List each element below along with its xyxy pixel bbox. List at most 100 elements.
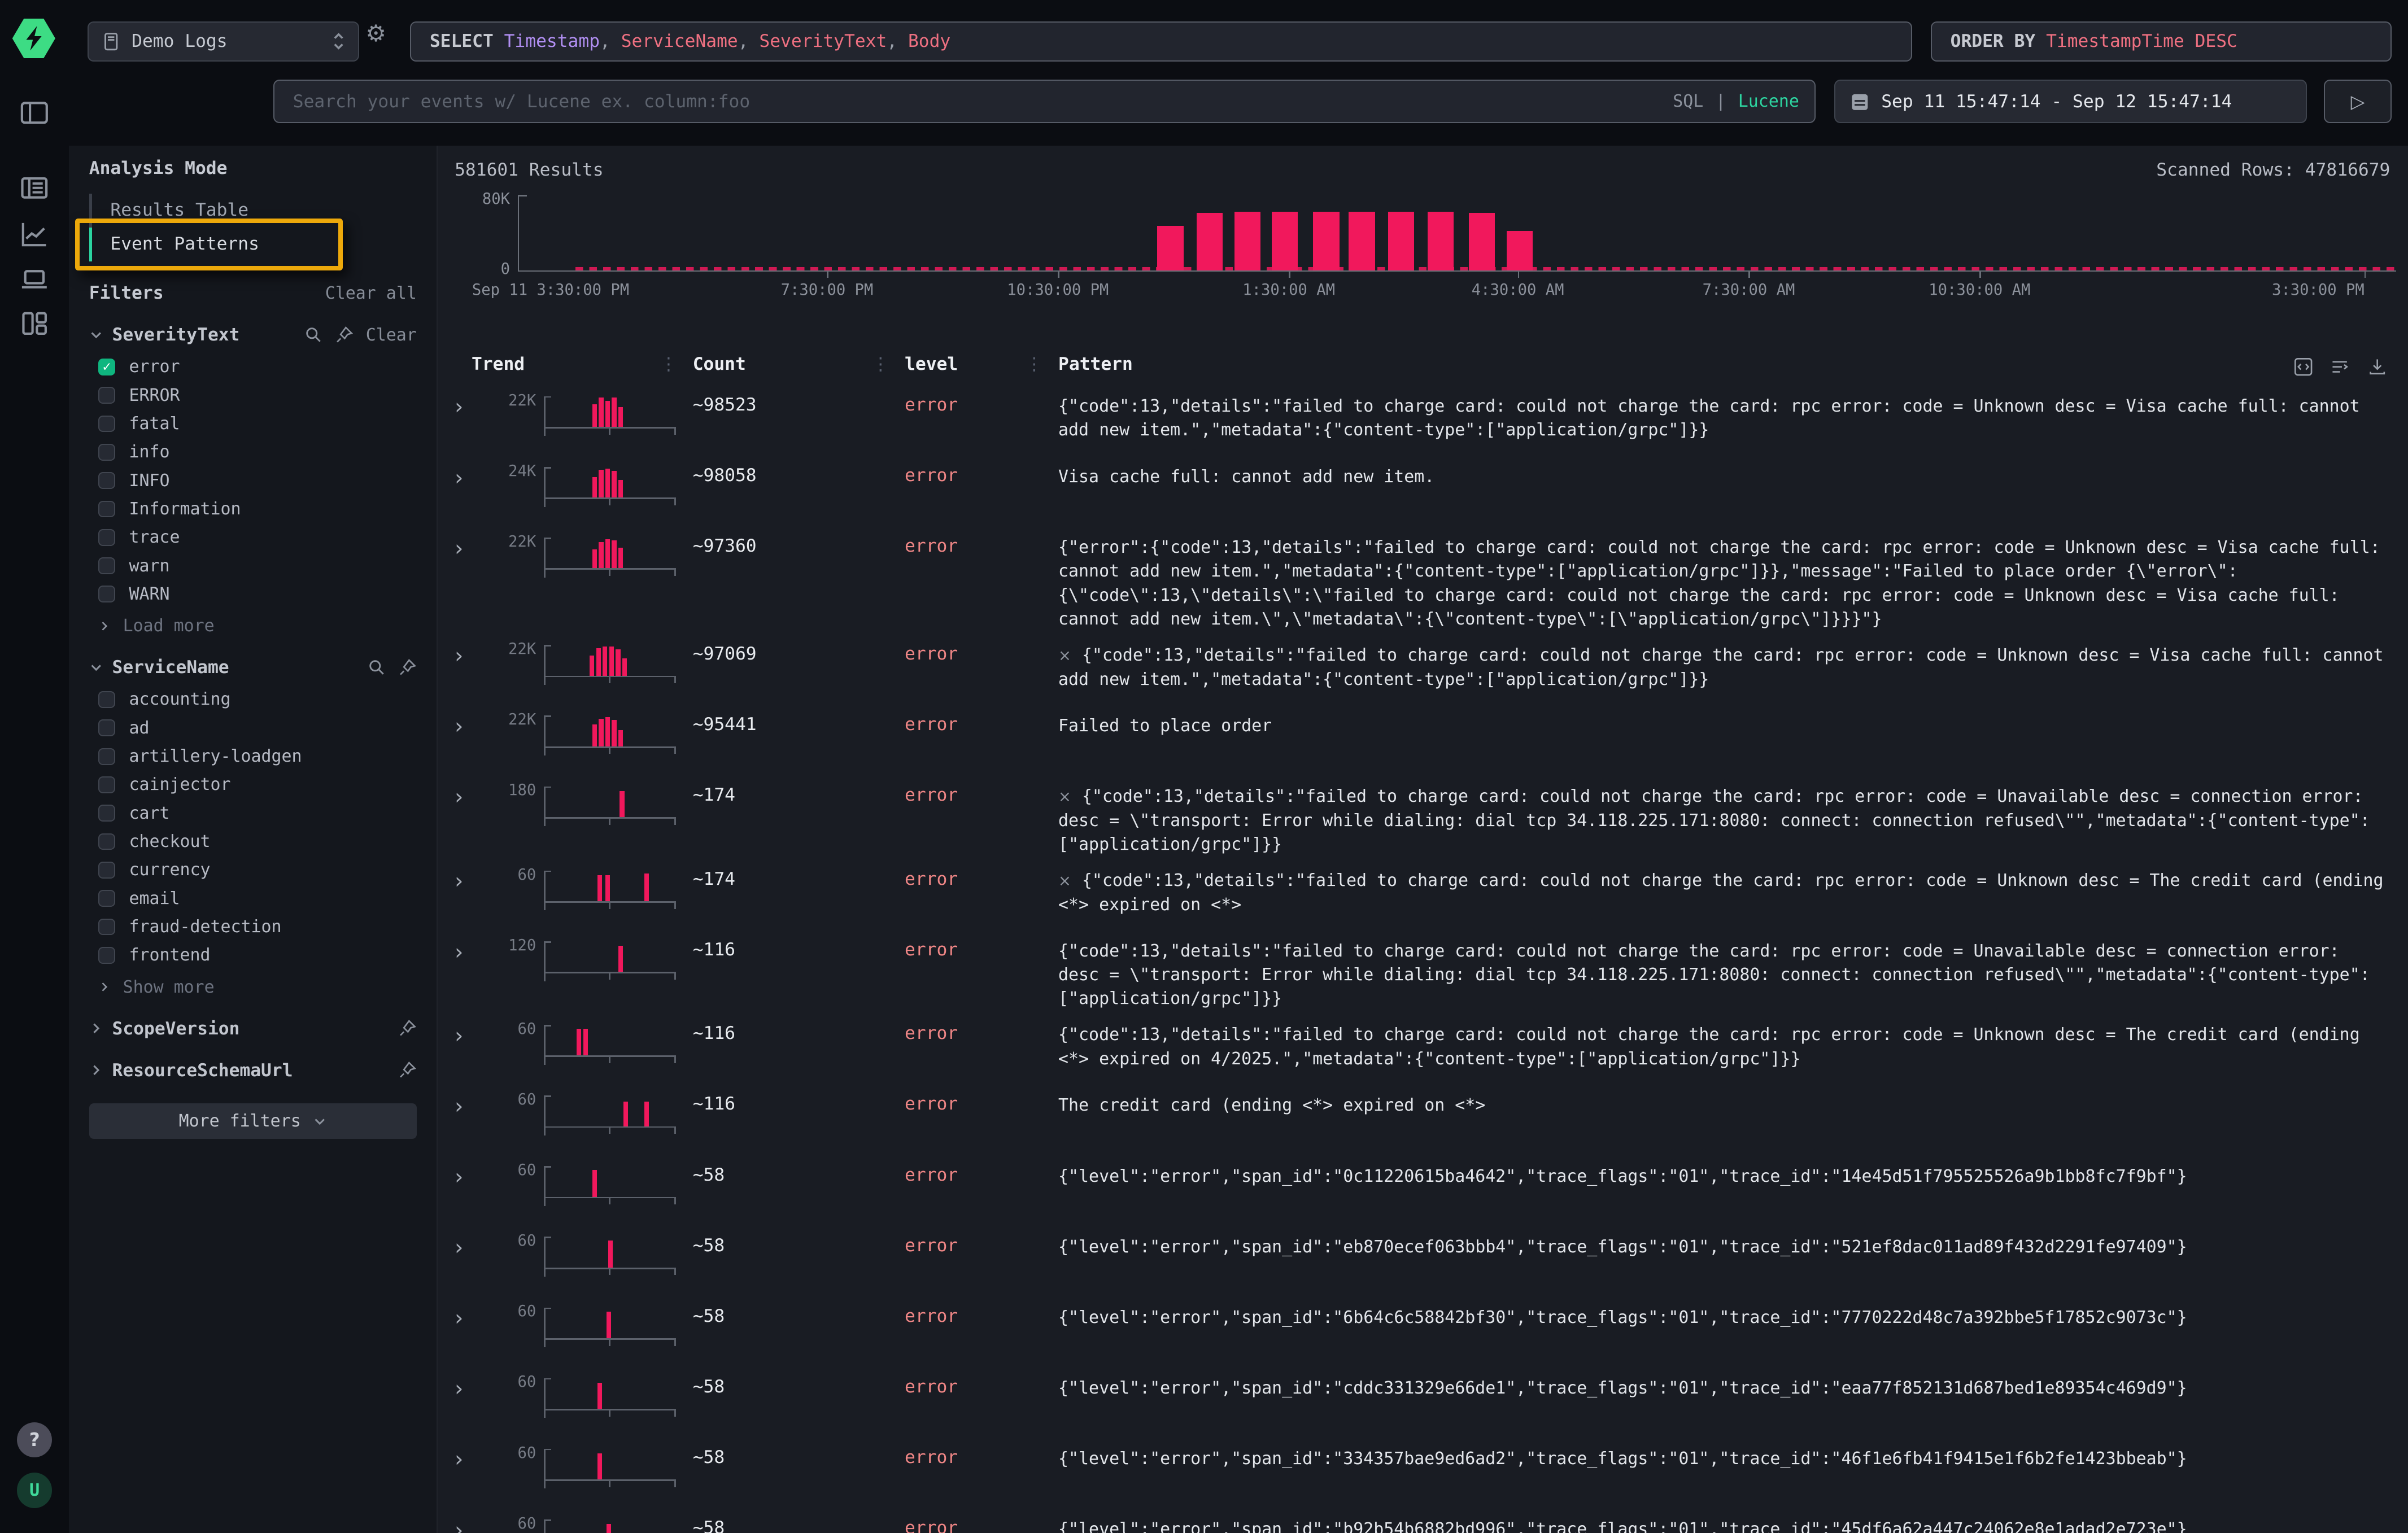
resourceschemaurl-header[interactable]: ResourceSchemaUrl (89, 1060, 417, 1081)
hyperdx-logo-icon[interactable] (12, 17, 55, 60)
download-icon[interactable] (2367, 357, 2387, 377)
row-expander-icon[interactable]: › (450, 1445, 490, 1505)
checkbox[interactable] (98, 691, 115, 708)
column-menu-icon[interactable]: ⋮ (660, 354, 677, 374)
filter-option-accounting[interactable]: accounting (89, 690, 417, 709)
row-expander-icon[interactable]: › (450, 535, 490, 631)
row-expander-icon[interactable]: › (450, 1163, 490, 1223)
user-avatar[interactable]: U (17, 1473, 53, 1508)
pattern-row[interactable]: ›60~116error{"code":13,"details":"failed… (438, 1011, 2408, 1082)
code-view-icon[interactable] (2293, 357, 2313, 377)
checkbox[interactable] (98, 387, 115, 404)
checkbox[interactable] (98, 719, 115, 736)
row-expander-icon[interactable]: › (450, 1304, 490, 1364)
results-histogram[interactable]: 80K 0 Sep 11 3:30:00 PM7:30:00 PM10:30:0… (518, 195, 2397, 272)
pattern-row[interactable]: ›120~116error{"code":13,"details":"faile… (438, 927, 2408, 1011)
pattern-row[interactable]: ›60~174error×{"code":13,"details":"faile… (438, 857, 2408, 927)
dismiss-x-icon[interactable]: × (1058, 647, 1071, 665)
pin-icon[interactable] (398, 1019, 417, 1038)
run-query-button[interactable]: ▷ (2324, 80, 2392, 123)
gear-icon[interactable]: ⚙ (365, 20, 386, 47)
filter-option-info[interactable]: info (89, 443, 417, 462)
clear-all-link[interactable]: Clear all (325, 283, 417, 303)
pattern-row[interactable]: ›60~58error{"level":"error","span_id":"c… (438, 1364, 2408, 1435)
pattern-row[interactable]: ›180~174error×{"code":13,"details":"fail… (438, 772, 2408, 857)
checkbox[interactable] (98, 557, 115, 574)
checkbox[interactable] (98, 529, 115, 546)
order-by-input[interactable]: ORDER BY TimestampTime DESC (1931, 21, 2392, 62)
row-expander-icon[interactable]: › (450, 464, 490, 523)
search-input[interactable] (290, 90, 1660, 113)
checkbox[interactable] (98, 501, 115, 518)
pin-icon[interactable] (398, 1061, 417, 1080)
pattern-row[interactable]: ›22K~97069error×{"code":13,"details":"fa… (438, 631, 2408, 702)
col-trend[interactable]: Trend (472, 354, 525, 374)
row-expander-icon[interactable]: › (450, 393, 490, 453)
filter-option-WARN[interactable]: WARN (89, 584, 417, 604)
row-expander-icon[interactable]: › (450, 1516, 490, 1532)
row-expander-icon[interactable]: › (450, 713, 490, 772)
checkbox[interactable] (98, 472, 115, 489)
pattern-row[interactable]: ›60~58error{"level":"error","span_id":"3… (438, 1435, 2408, 1505)
checkbox[interactable] (98, 805, 115, 822)
show-more-link[interactable]: Show more (89, 977, 417, 997)
pattern-row[interactable]: ›60~116errorThe credit card (ending <*> … (438, 1082, 2408, 1152)
filter-option-email[interactable]: email (89, 889, 417, 908)
search-icon[interactable] (368, 658, 386, 677)
tab-results-table[interactable]: Results Table (89, 194, 417, 228)
filter-option-trace[interactable]: trace (89, 528, 417, 547)
filter-option-INFO[interactable]: INFO (89, 471, 417, 490)
filter-option-warn[interactable]: warn (89, 556, 417, 575)
row-expander-icon[interactable]: › (450, 938, 490, 1011)
filter-option-Information[interactable]: Information (89, 499, 417, 518)
filter-option-fatal[interactable]: fatal (89, 414, 417, 434)
help-button[interactable]: ? (17, 1422, 53, 1458)
pattern-row[interactable]: ›22K~97360error{"error":{"code":13,"deta… (438, 523, 2408, 631)
pin-icon[interactable] (335, 326, 354, 344)
results-histogram-plot[interactable]: Sep 11 3:30:00 PM7:30:00 PM10:30:00 PM1:… (519, 195, 2396, 270)
row-expander-icon[interactable]: › (450, 1234, 490, 1294)
search-bar[interactable]: SQL | Lucene (273, 80, 1816, 123)
sql-select-input[interactable]: SELECT Timestamp, ServiceName, SeverityT… (410, 21, 1912, 62)
mode-sql[interactable]: SQL (1673, 91, 1703, 111)
column-menu-icon[interactable]: ⋮ (1026, 354, 1043, 374)
pattern-row[interactable]: ›22K~95441errorFailed to place order (438, 702, 2408, 772)
filter-option-artillery-loadgen[interactable]: artillery-loadgen (89, 747, 417, 766)
pattern-row[interactable]: ›24K~98058errorVisa cache full: cannot a… (438, 453, 2408, 523)
search-logs-icon[interactable] (20, 173, 49, 203)
checkbox[interactable] (98, 748, 115, 765)
filter-option-ERROR[interactable]: ERROR (89, 386, 417, 405)
wrap-lines-icon[interactable] (2330, 357, 2350, 377)
dismiss-x-icon[interactable]: × (1058, 872, 1071, 890)
row-expander-icon[interactable]: › (450, 1093, 490, 1152)
row-expander-icon[interactable]: › (450, 1022, 490, 1082)
filter-option-ad[interactable]: ad (89, 718, 417, 737)
severitytext-clear-link[interactable]: Clear (366, 325, 417, 345)
checkbox[interactable] (98, 586, 115, 602)
pin-icon[interactable] (398, 658, 417, 677)
time-range-picker[interactable]: Sep 11 15:47:14 - Sep 12 15:47:14 (1834, 80, 2307, 123)
chart-icon[interactable] (20, 220, 49, 249)
filter-option-error[interactable]: ✓error (89, 357, 417, 377)
row-expander-icon[interactable]: › (450, 783, 490, 857)
search-icon[interactable] (304, 326, 323, 344)
scopeversion-header[interactable]: ScopeVersion (89, 1019, 417, 1039)
checkbox[interactable] (98, 919, 115, 936)
checkbox[interactable] (98, 416, 115, 433)
pattern-row[interactable]: ›60~58error{"level":"error","span_id":"b… (438, 1505, 2408, 1532)
column-menu-icon[interactable]: ⋮ (872, 354, 889, 374)
checkbox[interactable] (98, 833, 115, 850)
col-level[interactable]: level (905, 354, 958, 374)
pattern-row[interactable]: ›60~58error{"level":"error","span_id":"0… (438, 1152, 2408, 1223)
filter-option-cainjector[interactable]: cainjector (89, 775, 417, 794)
filter-option-currency[interactable]: currency (89, 861, 417, 880)
row-expander-icon[interactable]: › (450, 1375, 490, 1435)
dashboards-icon[interactable] (20, 309, 49, 338)
checkbox[interactable] (98, 890, 115, 907)
filter-option-frontend[interactable]: frontend (89, 946, 417, 965)
pattern-row[interactable]: ›60~58error{"level":"error","span_id":"6… (438, 1294, 2408, 1364)
servicename-header[interactable]: ServiceName (89, 657, 417, 678)
filter-option-fraud-detection[interactable]: fraud-detection (89, 917, 417, 936)
tab-event-patterns[interactable]: Event Patterns (89, 228, 417, 261)
row-expander-icon[interactable]: › (450, 642, 490, 702)
